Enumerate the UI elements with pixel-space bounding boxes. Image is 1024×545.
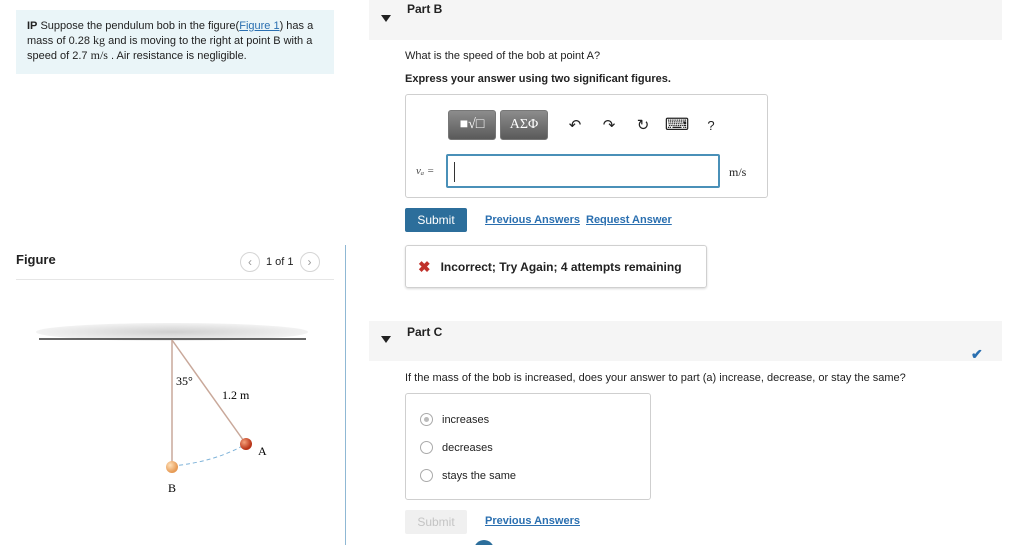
angle-label: 35° bbox=[176, 374, 193, 388]
templates-button[interactable]: ■√□ bbox=[448, 110, 496, 140]
help-icon[interactable]: ? bbox=[696, 110, 726, 140]
left-panel: IP Suppose the pendulum bob in the figur… bbox=[0, 0, 346, 545]
problem-prefix: IP bbox=[27, 20, 38, 32]
redo-icon[interactable]: ↷ bbox=[594, 110, 624, 140]
panel-divider bbox=[345, 245, 346, 545]
bob-b bbox=[166, 461, 178, 473]
collapse-icon[interactable] bbox=[381, 336, 391, 343]
part-b-title: Part B bbox=[407, 2, 443, 16]
figure-heading: Figure bbox=[16, 252, 56, 267]
feedback-box: ✖ Incorrect; Try Again; 4 attempts remai… bbox=[405, 245, 707, 288]
text-caret bbox=[454, 162, 455, 182]
problem-statement: IP Suppose the pendulum bob in the figur… bbox=[16, 10, 334, 74]
option-stays-same[interactable]: stays the same bbox=[420, 469, 516, 482]
pendulum-figure: 35° 1.2 m A B bbox=[36, 323, 308, 495]
part-c-question: If the mass of the bob is increased, doe… bbox=[405, 372, 906, 384]
mass-unit: kg bbox=[93, 33, 106, 47]
figure-link[interactable]: Figure 1 bbox=[239, 20, 279, 32]
chevron-right-icon[interactable]: › bbox=[299, 252, 320, 272]
feedback-text: Incorrect; Try Again; 4 attempts remaini… bbox=[440, 259, 682, 274]
option-label: stays the same bbox=[442, 469, 516, 482]
keyboard-icon[interactable]: ⌨ bbox=[662, 110, 692, 140]
swing-arc bbox=[171, 443, 247, 467]
options-group: increases decreases stays the same bbox=[405, 393, 651, 500]
figure-pager: ‹ 1 of 1 › bbox=[240, 251, 320, 273]
option-increases[interactable]: increases bbox=[420, 413, 489, 426]
chevron-left-icon[interactable]: ‹ bbox=[240, 252, 260, 272]
figure-divider bbox=[16, 279, 334, 280]
point-b-label: B bbox=[168, 481, 176, 495]
greek-symbols-button[interactable]: ΑΣΦ bbox=[500, 110, 548, 140]
pager-text: 1 of 1 bbox=[266, 256, 294, 268]
problem-text-1: Suppose the pendulum bob in the figure( bbox=[37, 20, 240, 32]
submit-button-disabled: Submit bbox=[405, 510, 467, 534]
part-c-header[interactable]: Part C bbox=[369, 321, 1002, 361]
part-b-question: What is the speed of the bob at point A? bbox=[405, 50, 601, 62]
undo-icon[interactable]: ↶ bbox=[560, 110, 590, 140]
previous-answers-link-c[interactable]: Previous Answers bbox=[485, 515, 580, 527]
radio-button[interactable] bbox=[420, 469, 433, 482]
math-toolbar: ■√□ ΑΣΦ ↶ ↷ ↻ ⌨ ? bbox=[448, 110, 726, 140]
request-answer-link[interactable]: Request Answer bbox=[586, 214, 672, 226]
option-decreases[interactable]: decreases bbox=[420, 441, 493, 454]
answer-box: ■√□ ΑΣΦ ↶ ↷ ↻ ⌨ ? vₐ = m/s bbox=[405, 94, 768, 198]
checkmark-icon: ✔ bbox=[971, 346, 983, 362]
bob-a bbox=[240, 438, 252, 450]
collapse-icon[interactable] bbox=[381, 15, 391, 22]
speed-unit: m/s bbox=[90, 48, 108, 62]
submit-button[interactable]: Submit bbox=[405, 208, 467, 232]
radio-button[interactable] bbox=[420, 441, 433, 454]
option-label: increases bbox=[442, 413, 490, 426]
variable-label: vₐ = bbox=[416, 165, 435, 177]
unit-label: m/s bbox=[729, 165, 747, 179]
option-label: decreases bbox=[442, 441, 493, 454]
previous-answers-link[interactable]: Previous Answers bbox=[485, 214, 580, 226]
incorrect-icon: ✖ bbox=[418, 258, 431, 276]
part-c-title: Part C bbox=[407, 325, 443, 339]
part-b-header[interactable]: Part B bbox=[369, 0, 1002, 40]
problem-text-4: . Air resistance is negligible. bbox=[107, 50, 247, 62]
next-part-indicator bbox=[474, 540, 494, 545]
answer-input[interactable] bbox=[446, 154, 720, 188]
part-b-instruction: Express your answer using two significan… bbox=[405, 73, 671, 85]
point-a-label: A bbox=[258, 444, 267, 458]
length-label: 1.2 m bbox=[222, 388, 250, 402]
reset-icon[interactable]: ↻ bbox=[628, 110, 658, 140]
radio-button[interactable] bbox=[420, 413, 433, 426]
